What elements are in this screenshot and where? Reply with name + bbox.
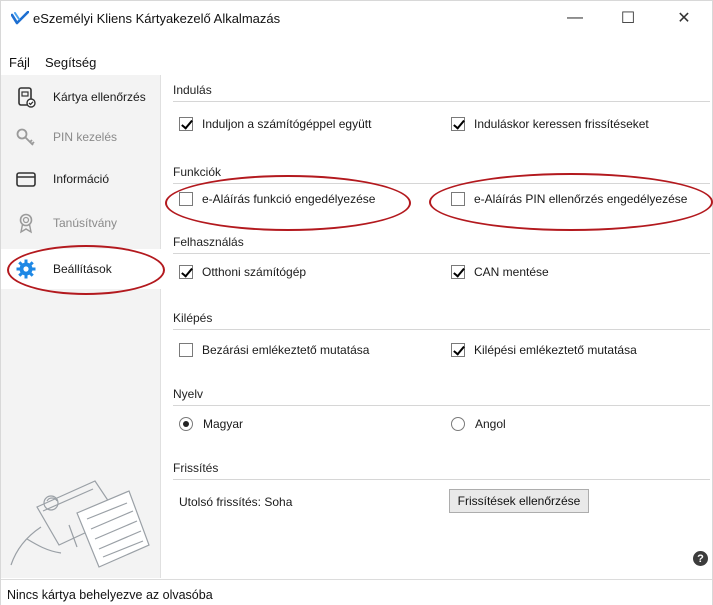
sidebar-item-info[interactable]: Információ xyxy=(1,159,161,199)
option-esign-pin-check[interactable]: e-Aláírás PIN ellenőrzés engedélyezése xyxy=(451,192,687,206)
menu-file[interactable]: Fájl xyxy=(9,55,30,70)
option-label: Magyar xyxy=(203,417,244,431)
section-title-language: Nyelv xyxy=(173,387,204,401)
section-title-update: Frissítés xyxy=(173,461,219,475)
section-title-functions: Funkciók xyxy=(173,165,222,179)
help-icon[interactable]: ? xyxy=(693,551,708,566)
sidebar-item-label: Információ xyxy=(53,172,110,186)
app-window: eSzemélyi Kliens Kártyakezelő Alkalmazás… xyxy=(0,0,713,605)
option-label: Otthoni számítógép xyxy=(202,265,307,279)
section-divider xyxy=(173,329,710,330)
option-label: Angol xyxy=(475,417,506,431)
option-home-computer[interactable]: Otthoni számítógép xyxy=(179,265,306,279)
checkbox[interactable] xyxy=(179,192,193,206)
option-label: e-Aláírás PIN ellenőrzés engedélyezése xyxy=(474,192,688,206)
sidebar-item-label: PIN kezelés xyxy=(53,130,118,144)
option-language-hungarian[interactable]: Magyar xyxy=(179,417,243,431)
status-bar: Nincs kártya behelyezve az olvasóba xyxy=(1,579,712,605)
title-bar[interactable]: eSzemélyi Kliens Kártyakezelő Alkalmazás… xyxy=(1,1,712,35)
section-divider xyxy=(173,479,710,480)
section-title-startup: Indulás xyxy=(173,83,212,97)
card-check-icon xyxy=(18,87,36,108)
option-label: Induláskor keressen frissítéseket xyxy=(474,117,649,131)
option-label: Induljon a számítógéppel együtt xyxy=(202,117,372,131)
checkbox[interactable] xyxy=(451,265,465,279)
last-update-text: Utolsó frissítés: Soha xyxy=(179,495,293,509)
checkbox[interactable] xyxy=(179,265,193,279)
sidebar-item-label: Tanúsítvány xyxy=(53,216,118,230)
maximize-button[interactable]: ☐ xyxy=(605,1,651,35)
option-label: CAN mentése xyxy=(474,265,549,279)
sidebar-item-certificate[interactable]: Tanúsítvány xyxy=(1,203,161,243)
checkbox[interactable] xyxy=(179,343,193,357)
section-title-usage: Felhasználás xyxy=(173,235,244,249)
key-icon xyxy=(16,128,35,146)
check-updates-button[interactable]: Frissítések ellenőrzése xyxy=(449,489,589,513)
gear-icon xyxy=(16,259,36,279)
minimize-button[interactable]: — xyxy=(552,1,598,35)
option-save-can[interactable]: CAN mentése xyxy=(451,265,549,279)
menu-help[interactable]: Segítség xyxy=(45,55,96,70)
sidebar: Kártya ellenőrzés PIN kezelés Információ… xyxy=(1,75,161,578)
sidebar-item-label: Beállítások xyxy=(53,262,112,276)
checkbox[interactable] xyxy=(451,117,465,131)
app-logo-icon xyxy=(11,11,29,25)
radio-button[interactable] xyxy=(179,417,193,431)
close-button[interactable]: ✕ xyxy=(661,1,707,35)
sidebar-item-card-check[interactable]: Kártya ellenőrzés xyxy=(1,77,161,117)
option-label: Kilépési emlékeztető mutatása xyxy=(474,343,637,357)
option-label: e-Aláírás funkció engedélyezése xyxy=(202,192,376,206)
section-divider xyxy=(173,101,710,102)
checkbox[interactable] xyxy=(179,117,193,131)
section-divider xyxy=(173,405,710,406)
sidebar-item-pin[interactable]: PIN kezelés xyxy=(1,117,161,157)
sidebar-item-settings[interactable]: Beállítások xyxy=(1,249,161,289)
option-exit-reminder[interactable]: Kilépési emlékeztető mutatása xyxy=(451,343,637,357)
section-divider xyxy=(173,183,710,184)
section-divider xyxy=(173,253,710,254)
certificate-icon xyxy=(19,213,33,234)
sidebar-item-label: Kártya ellenőrzés xyxy=(53,90,146,104)
section-title-exit: Kilépés xyxy=(173,311,213,325)
status-text: Nincs kártya behelyezve az olvasóba xyxy=(7,588,213,602)
window-title: eSzemélyi Kliens Kártyakezelő Alkalmazás xyxy=(33,11,281,26)
option-check-updates-on-start[interactable]: Induláskor keressen frissítéseket xyxy=(451,117,649,131)
option-label: Bezárási emlékeztető mutatása xyxy=(202,343,370,357)
card-info-icon xyxy=(16,172,36,187)
radio-button[interactable] xyxy=(451,417,465,431)
option-language-english[interactable]: Angol xyxy=(451,417,506,431)
option-start-with-computer[interactable]: Induljon a számítógéppel együtt xyxy=(179,117,371,131)
checkbox[interactable] xyxy=(451,192,465,206)
checkbox[interactable] xyxy=(451,343,465,357)
option-esign-function[interactable]: e-Aláírás funkció engedélyezése xyxy=(179,192,375,206)
card-reader-illustration xyxy=(10,480,150,568)
settings-panel: Indulás Induljon a számítógéppel együtt … xyxy=(161,75,712,578)
option-close-reminder[interactable]: Bezárási emlékeztető mutatása xyxy=(179,343,369,357)
